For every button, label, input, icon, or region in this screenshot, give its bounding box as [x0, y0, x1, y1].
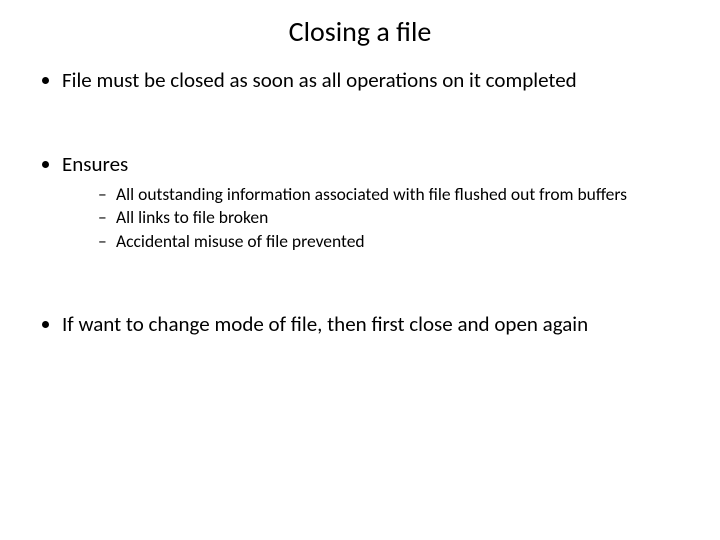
spacer	[30, 255, 690, 311]
bullet-list: File must be closed as soon as all opera…	[30, 67, 690, 93]
sub-bullet-item: All links to file broken	[98, 207, 690, 229]
spacer	[30, 93, 690, 151]
bullet-text: Ensures	[62, 151, 128, 177]
bullet-item: File must be closed as soon as all opera…	[62, 67, 690, 93]
bullet-list: If want to change mode of file, then fir…	[30, 311, 690, 337]
sub-bullet-item: All outstanding information associated w…	[98, 184, 690, 206]
slide: Closing a file File must be closed as so…	[0, 0, 720, 540]
bullet-list: Ensures All outstanding information asso…	[30, 151, 690, 253]
sub-bullet-list: All outstanding information associated w…	[62, 184, 690, 254]
bullet-item: Ensures All outstanding information asso…	[62, 151, 690, 253]
bullet-item: If want to change mode of file, then fir…	[62, 311, 690, 337]
sub-bullet-item: Accidental misuse of file prevented	[98, 231, 690, 253]
slide-title: Closing a file	[30, 14, 690, 49]
